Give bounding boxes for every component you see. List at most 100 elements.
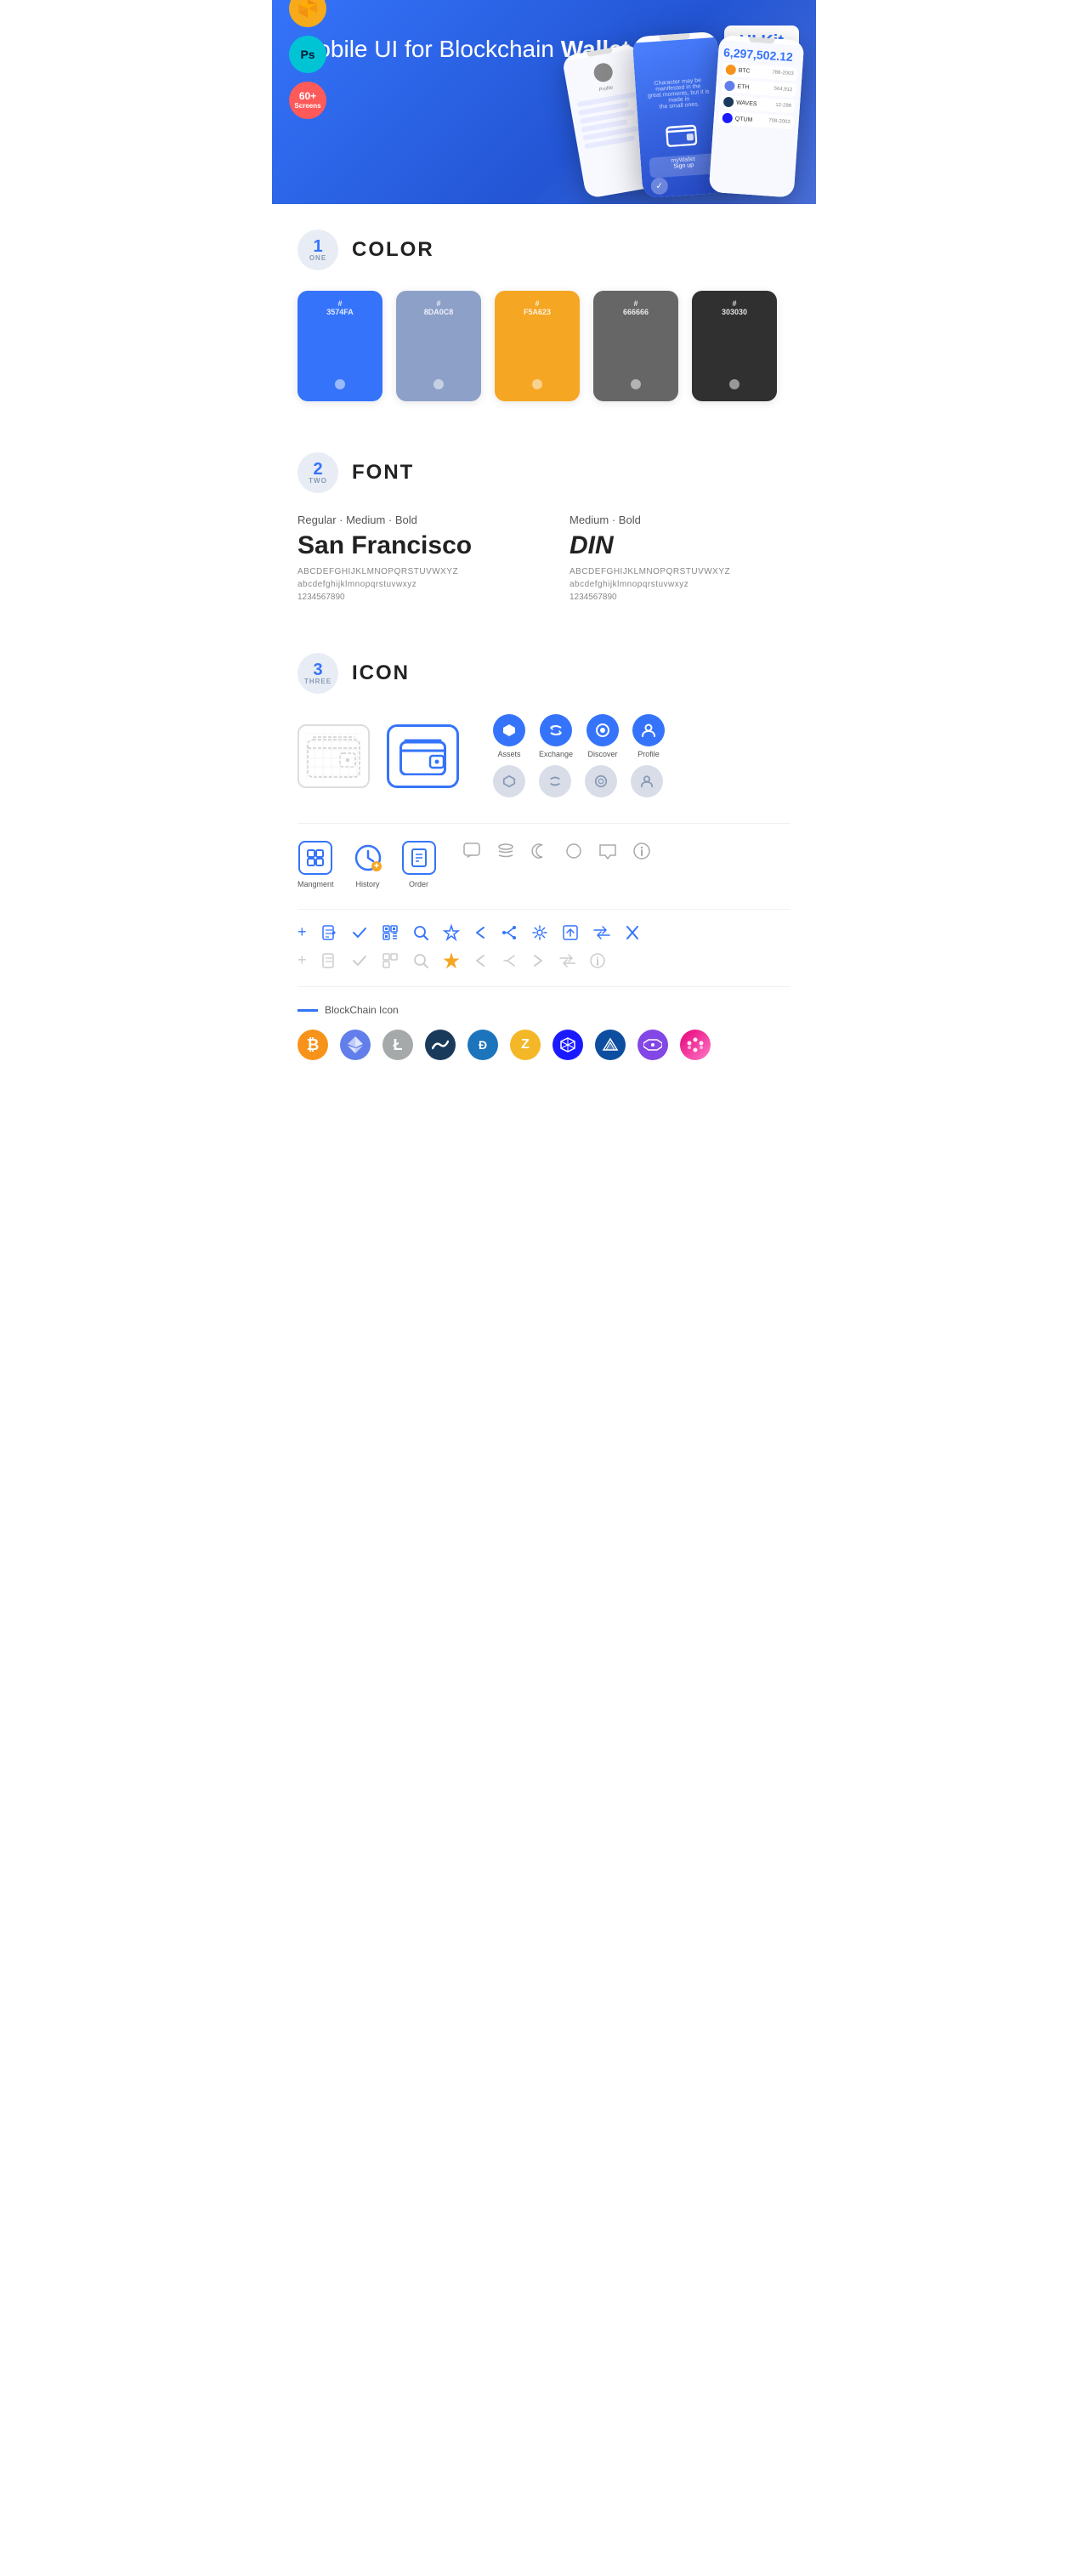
star-icon-filled bbox=[443, 952, 460, 969]
waves-icon bbox=[425, 1030, 456, 1060]
color-section-title: COLOR bbox=[352, 238, 434, 262]
swap-icon-grey bbox=[558, 952, 575, 969]
tool-icons-row1: + bbox=[298, 923, 790, 941]
font-section-title: FONT bbox=[352, 461, 414, 485]
discover-icon-item: Discover bbox=[586, 714, 619, 758]
management-icon-item: Mangment bbox=[298, 841, 334, 888]
polkadot-icon bbox=[680, 1030, 711, 1060]
moon-icon bbox=[530, 841, 550, 861]
management-label: Mangment bbox=[298, 880, 334, 888]
order-icon bbox=[402, 841, 436, 875]
exchange-label: Exchange bbox=[539, 750, 573, 758]
tool-icons-row2: + bbox=[298, 951, 790, 969]
discover-label: Discover bbox=[588, 750, 618, 758]
search-icon bbox=[412, 924, 429, 941]
screens-badge: 60+Screens bbox=[289, 82, 326, 119]
profile-icon bbox=[632, 714, 665, 746]
swap-icon bbox=[592, 924, 611, 941]
upload-icon bbox=[562, 924, 579, 941]
blockchain-line bbox=[298, 1009, 318, 1012]
check-icon-grey bbox=[351, 952, 368, 969]
color-section-header: 1 ONE COLOR bbox=[298, 230, 790, 270]
assets-icon-item: Assets bbox=[493, 714, 525, 758]
blockchain-label: BlockChain Icon bbox=[298, 1004, 790, 1016]
font-din: Medium · Bold DIN ABCDEFGHIJKLMNOPQRSTUV… bbox=[570, 513, 790, 602]
chevron-left-icon-grey bbox=[473, 952, 487, 969]
color-section: 1 ONE COLOR #3574FA #8DA0C8 #F5A623 #666… bbox=[272, 204, 816, 427]
tool-icons-section: + + bbox=[298, 923, 790, 969]
sketch-badge bbox=[289, 0, 326, 27]
exchange-icon-outline bbox=[539, 765, 571, 797]
hero-section: Mobile UI for Blockchain Wallet UI Kit P… bbox=[272, 0, 816, 204]
discover-icon bbox=[586, 714, 619, 746]
font-section-header: 2 TWO FONT bbox=[298, 452, 790, 493]
chat2-icon bbox=[598, 841, 618, 861]
font-san-francisco: Regular · Medium · Bold San Francisco AB… bbox=[298, 513, 518, 602]
ps-badge: Ps bbox=[289, 36, 326, 73]
search-icon-grey bbox=[412, 952, 429, 969]
star-icon bbox=[443, 924, 460, 941]
share-icon-grey bbox=[501, 952, 518, 969]
qr-icon bbox=[382, 924, 399, 941]
qr-icon-grey bbox=[382, 952, 399, 969]
profile-icon-item: Profile bbox=[632, 714, 665, 758]
icon-section-title: ICON bbox=[352, 661, 410, 685]
order-label: Order bbox=[409, 880, 428, 888]
font-section: 2 TWO FONT Regular · Medium · Bold San F… bbox=[272, 427, 816, 627]
icon-section-number: 3 THREE bbox=[298, 653, 338, 694]
assets-label: Assets bbox=[497, 750, 520, 758]
info-icon-grey bbox=[589, 952, 606, 969]
wallet-wireframe bbox=[298, 724, 370, 788]
plus-icon-grey: + bbox=[298, 951, 307, 969]
profile-label: Profile bbox=[638, 750, 660, 758]
crypto-icons-row: ₿ Ł Đ Z bbox=[298, 1030, 790, 1060]
history-icon bbox=[351, 841, 385, 875]
exchange-icon bbox=[540, 714, 572, 746]
chevron-left-icon bbox=[473, 924, 487, 941]
info-icon bbox=[632, 841, 652, 861]
grid-icon bbox=[552, 1030, 583, 1060]
settings-icon bbox=[531, 924, 548, 941]
zcash-icon: Z bbox=[510, 1030, 541, 1060]
wallet-icon-blue bbox=[387, 724, 459, 788]
wallet-icon-showcase: Assets Exchange bbox=[298, 714, 790, 797]
close-icon bbox=[625, 924, 640, 941]
app-icons-grid: Assets Exchange bbox=[493, 714, 665, 797]
chat-icon bbox=[462, 841, 482, 861]
share-icon bbox=[501, 924, 518, 941]
profile-icon-outline bbox=[631, 765, 663, 797]
exchange-icon-item: Exchange bbox=[539, 714, 573, 758]
color-grey: #666666 bbox=[593, 291, 678, 401]
assets-icon-outline bbox=[493, 765, 525, 797]
hero-badges: Ps 60+Screens bbox=[289, 0, 326, 119]
check-icon bbox=[351, 924, 368, 941]
history-label: History bbox=[356, 880, 380, 888]
color-slate: #8DA0C8 bbox=[396, 291, 481, 401]
color-blue: #3574FA bbox=[298, 291, 382, 401]
discover-icon-outline bbox=[585, 765, 617, 797]
ethereum-icon bbox=[340, 1030, 371, 1060]
bottom-nav-icons: Mangment History bbox=[298, 841, 790, 888]
font-section-number: 2 TWO bbox=[298, 452, 338, 493]
icon-section-header: 3 THREE ICON bbox=[298, 653, 790, 694]
history-icon-item: History bbox=[351, 841, 385, 888]
color-dark: #303030 bbox=[692, 291, 777, 401]
lisk-icon bbox=[595, 1030, 626, 1060]
assets-icon bbox=[493, 714, 525, 746]
litecoin-icon: Ł bbox=[382, 1030, 413, 1060]
icon-section: 3 THREE ICON bbox=[272, 627, 816, 1111]
circle-icon bbox=[564, 841, 584, 861]
bitcoin-icon: ₿ bbox=[298, 1030, 328, 1060]
phone-right: 6,297,502.12 BTC 788-2003 ETH bbox=[709, 35, 805, 198]
polygon-icon bbox=[638, 1030, 668, 1060]
misc-icons-right bbox=[462, 841, 652, 861]
dash-icon: Đ bbox=[468, 1030, 498, 1060]
color-orange: #F5A623 bbox=[495, 291, 580, 401]
color-section-number: 1 ONE bbox=[298, 230, 338, 270]
document-edit-icon bbox=[320, 924, 337, 941]
layers-icon bbox=[496, 841, 516, 861]
order-icon-item: Order bbox=[402, 841, 436, 888]
plus-icon: + bbox=[298, 923, 307, 941]
hero-phones: Profile Character may be manifested in t… bbox=[561, 34, 808, 196]
color-grid: #3574FA #8DA0C8 #F5A623 #666666 #303030 bbox=[298, 291, 790, 401]
